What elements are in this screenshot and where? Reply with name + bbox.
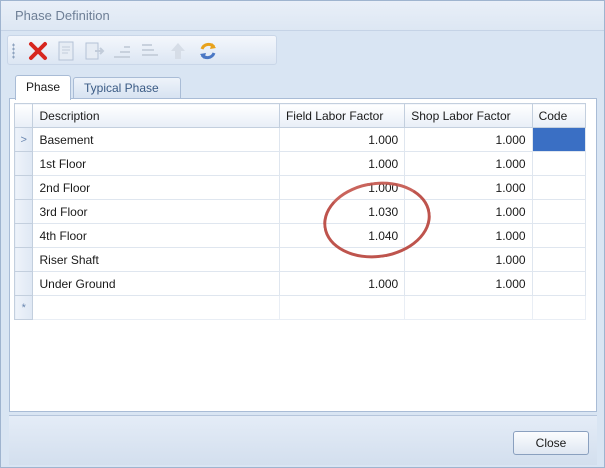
code-cell[interactable]: [531, 295, 587, 320]
phase-panel: Description Field Labor Factor Shop Labo…: [9, 98, 597, 412]
tab-phase[interactable]: Phase: [15, 75, 71, 100]
description-cell[interactable]: 2nd Floor: [32, 175, 280, 200]
description-cell[interactable]: Under Ground: [32, 271, 280, 296]
field-labor-factor-cell[interactable]: 1.000: [278, 271, 406, 296]
column-header-field-labor-factor[interactable]: Field Labor Factor: [278, 103, 406, 128]
shop-labor-factor-cell[interactable]: 1.000: [404, 247, 533, 272]
code-cell[interactable]: [531, 175, 587, 200]
move-up-icon: [171, 43, 185, 59]
dialog-footer: Close: [9, 415, 597, 465]
column-header-code[interactable]: Code: [531, 103, 587, 128]
field-labor-factor-cell[interactable]: 1.000: [278, 151, 406, 176]
code-cell[interactable]: [531, 223, 587, 248]
row-indicator[interactable]: [13, 247, 34, 272]
field-labor-factor-cell[interactable]: 1.040: [278, 223, 406, 248]
phase-grid: Description Field Labor Factor Shop Labo…: [13, 103, 587, 327]
shop-labor-factor-cell[interactable]: 1.000: [404, 151, 533, 176]
description-cell[interactable]: 3rd Floor: [32, 199, 280, 224]
table-row[interactable]: > Basement 1.000 1.000: [13, 127, 587, 152]
description-cell[interactable]: 1st Floor: [32, 151, 280, 176]
table-row[interactable]: Under Ground 1.000 1.000: [13, 271, 587, 296]
edit-button[interactable]: [54, 39, 78, 63]
row-indicator-header: [13, 103, 34, 128]
indent-icon: [114, 46, 130, 58]
shop-labor-factor-cell[interactable]: 1.000: [404, 199, 533, 224]
code-cell[interactable]: [531, 271, 587, 296]
export-button[interactable]: [82, 39, 106, 63]
move-up-button[interactable]: [166, 39, 190, 63]
row-indicator[interactable]: [13, 223, 34, 248]
delete-icon: [29, 42, 47, 60]
field-labor-factor-cell[interactable]: 1.000: [278, 175, 406, 200]
row-indicator[interactable]: >: [13, 127, 34, 152]
shop-labor-factor-cell[interactable]: 1.000: [404, 223, 533, 248]
description-cell[interactable]: [32, 295, 280, 320]
toolbar-grip[interactable]: [12, 43, 15, 59]
row-indicator[interactable]: [13, 271, 34, 296]
description-cell[interactable]: 4th Floor: [32, 223, 280, 248]
table-row[interactable]: 2nd Floor 1.000 1.000: [13, 175, 587, 200]
field-labor-factor-cell[interactable]: 1.030: [278, 199, 406, 224]
code-cell[interactable]: [531, 247, 587, 272]
phase-definition-window: Phase Definition Phase Typical Phase Des…: [0, 0, 605, 468]
indent-button[interactable]: [110, 39, 134, 63]
field-labor-factor-cell[interactable]: [278, 295, 406, 320]
tab-typical-phase[interactable]: Typical Phase: [73, 77, 181, 99]
row-indicator[interactable]: [13, 199, 34, 224]
column-header-description[interactable]: Description: [32, 103, 280, 128]
edit-icon: [58, 41, 74, 61]
toolbar: [7, 35, 277, 65]
field-labor-factor-cell[interactable]: [278, 247, 406, 272]
column-header-shop-labor-factor[interactable]: Shop Labor Factor: [404, 103, 533, 128]
description-cell[interactable]: Basement: [32, 127, 280, 152]
code-cell[interactable]: [531, 199, 587, 224]
shop-labor-factor-cell[interactable]: [404, 295, 533, 320]
table-row[interactable]: 1st Floor 1.000 1.000: [13, 151, 587, 176]
row-indicator[interactable]: [13, 175, 34, 200]
export-icon: [85, 42, 105, 60]
shop-labor-factor-cell[interactable]: 1.000: [404, 175, 533, 200]
window-title: Phase Definition: [15, 8, 110, 23]
grid-header-row: Description Field Labor Factor Shop Labo…: [13, 103, 587, 128]
shop-labor-factor-cell[interactable]: 1.000: [404, 127, 533, 152]
outdent-button[interactable]: [138, 39, 162, 63]
new-row-indicator[interactable]: *: [13, 295, 34, 320]
field-labor-factor-cell[interactable]: 1.000: [278, 127, 406, 152]
description-cell[interactable]: Riser Shaft: [32, 247, 280, 272]
new-row[interactable]: *: [13, 295, 587, 320]
table-row[interactable]: Riser Shaft 1.000: [13, 247, 587, 272]
row-indicator[interactable]: [13, 151, 34, 176]
delete-button[interactable]: [26, 39, 50, 63]
shop-labor-factor-cell[interactable]: 1.000: [404, 271, 533, 296]
refresh-button[interactable]: [196, 39, 220, 63]
close-button[interactable]: Close: [513, 431, 589, 455]
refresh-icon: [200, 42, 216, 60]
title-bar: Phase Definition: [1, 1, 604, 31]
code-cell-selected[interactable]: [531, 127, 587, 152]
code-cell[interactable]: [531, 151, 587, 176]
table-row[interactable]: 3rd Floor 1.030 1.000: [13, 199, 587, 224]
outdent-icon: [142, 44, 158, 56]
table-row[interactable]: 4th Floor 1.040 1.000: [13, 223, 587, 248]
